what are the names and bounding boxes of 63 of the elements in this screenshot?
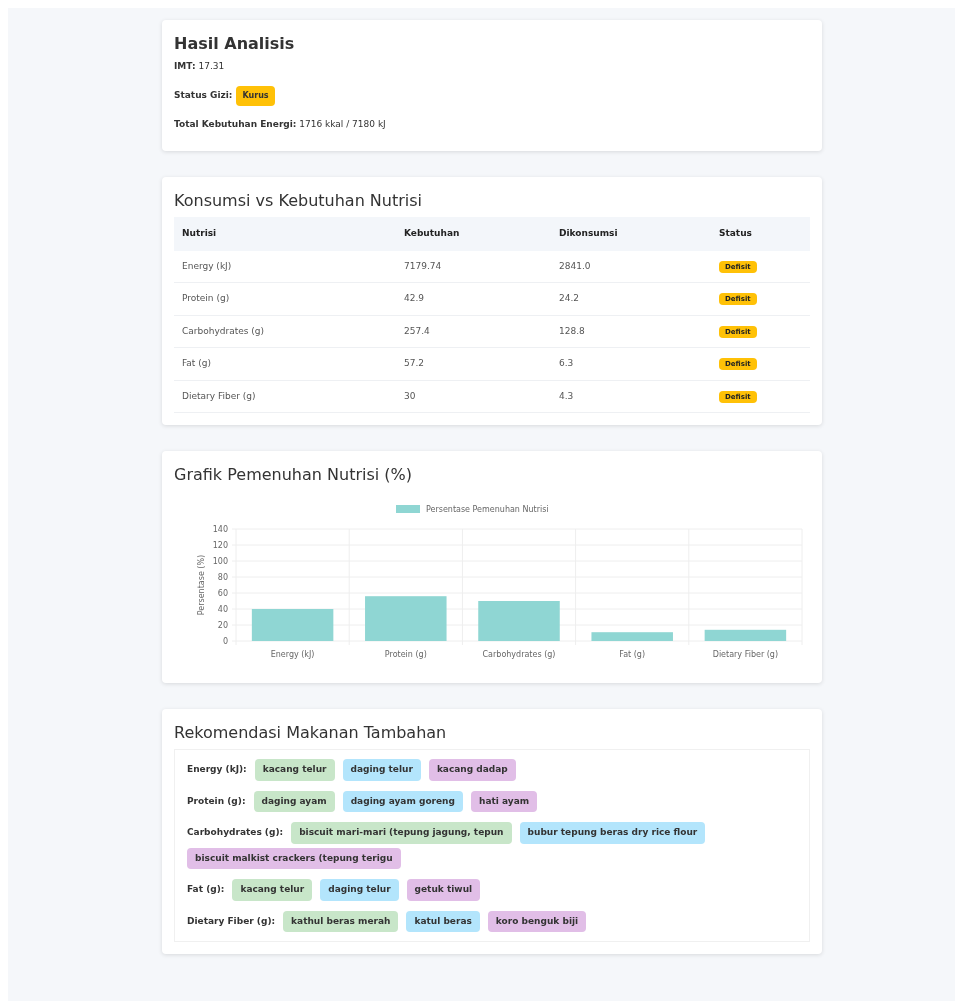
table-cell: 6.3 [551, 347, 711, 380]
axis-tick-label: 120 [212, 541, 228, 550]
food-tag: biscuit malkist crackers (tepung terigu [187, 847, 401, 869]
table-cell: Fat (g) [174, 347, 396, 380]
table-cell: 257.4 [396, 315, 551, 348]
legend-label: Persentase Pemenuhan Nutrisi [426, 505, 549, 514]
food-tag: getuk tiwul [406, 879, 481, 901]
axis-tick-label: 140 [212, 525, 228, 534]
legend-swatch [396, 505, 420, 513]
axis-tick-label: Energy (kJ) [270, 650, 315, 659]
axis-tick-label: 60 [217, 589, 228, 598]
axis-title: Persentase (%) [197, 554, 206, 616]
status-badge: Kurus [236, 85, 275, 106]
axis-tick-label: Fat (g) [619, 650, 646, 659]
card-title: Hasil Analisis [174, 33, 296, 55]
food-tag: kacang telur [232, 879, 313, 901]
card-title: Grafik Pemenuhan Nutrisi (%) [174, 464, 413, 486]
food-tag: daging ayam goreng [342, 790, 463, 812]
table-cell: Dietary Fiber (g) [174, 380, 396, 413]
status-label: Status Gizi: [174, 88, 233, 102]
table-cell: 57.2 [396, 347, 551, 380]
column-header: Status [711, 217, 810, 251]
table-cell: 7179.74 [396, 250, 551, 283]
food-tag: kacang dadap [428, 759, 516, 781]
category-label: Energy (kJ): [187, 763, 247, 776]
column-header: Nutrisi [174, 217, 396, 251]
food-tag: daging ayam [253, 790, 335, 812]
table-cell: 30 [396, 380, 551, 413]
food-tag: biscuit mari-mari (tepung jagung, tepun [291, 822, 512, 844]
category-label: Dietary Fiber (g): [187, 914, 276, 928]
food-tag: koro benguk biji [487, 910, 587, 932]
axis-tick-label: Dietary Fiber (g) [712, 650, 779, 659]
table-cell: 128.8 [551, 315, 711, 348]
axis-tick-label: 80 [217, 573, 228, 582]
bmi-text: IMT: 17.31 [174, 60, 226, 73]
table-cell: Protein (g) [174, 282, 396, 315]
food-tag: daging telur [320, 879, 399, 901]
column-header: Dikonsumsi [551, 217, 711, 251]
table-cell: 2841.0 [551, 250, 711, 283]
energy-text: Total Kebutuhan Energi: 1716 kkal / 7180 kJ [174, 117, 387, 131]
column-header: Kebutuhan [396, 217, 551, 251]
food-tag: hati ayam [470, 790, 538, 812]
category-label: Protein (g): [187, 794, 246, 808]
axis-tick-label: 0 [222, 637, 228, 646]
food-tag: daging telur [342, 759, 421, 781]
axis-tick-label: 20 [217, 621, 228, 630]
axis-tick-label: 100 [212, 557, 228, 566]
category-label: Fat (g): [187, 883, 225, 896]
food-tag: bubur tepung beras dry rice flour [519, 822, 706, 844]
category-label: Carbohydrates (g): [187, 826, 284, 839]
axis-tick-label: Carbohydrates (g) [482, 650, 556, 659]
table-cell: 42.9 [396, 282, 551, 315]
card-title: Konsumsi vs Kebutuhan Nutrisi [174, 190, 424, 212]
axis-tick-label: 40 [217, 605, 228, 614]
card-title: Rekomendasi Makanan Tambahan [174, 722, 448, 744]
table-cell: Energy (kJ) [174, 250, 396, 283]
table-cell: 24.2 [551, 282, 711, 315]
food-tag: kacang telur [254, 759, 335, 781]
table-cell: 4.3 [551, 380, 711, 413]
axis-tick-label: Protein (g) [384, 650, 427, 659]
food-tag: katul beras [406, 910, 480, 932]
food-tag: kathul beras merah [283, 910, 399, 932]
table-cell: Carbohydrates (g) [174, 315, 396, 348]
